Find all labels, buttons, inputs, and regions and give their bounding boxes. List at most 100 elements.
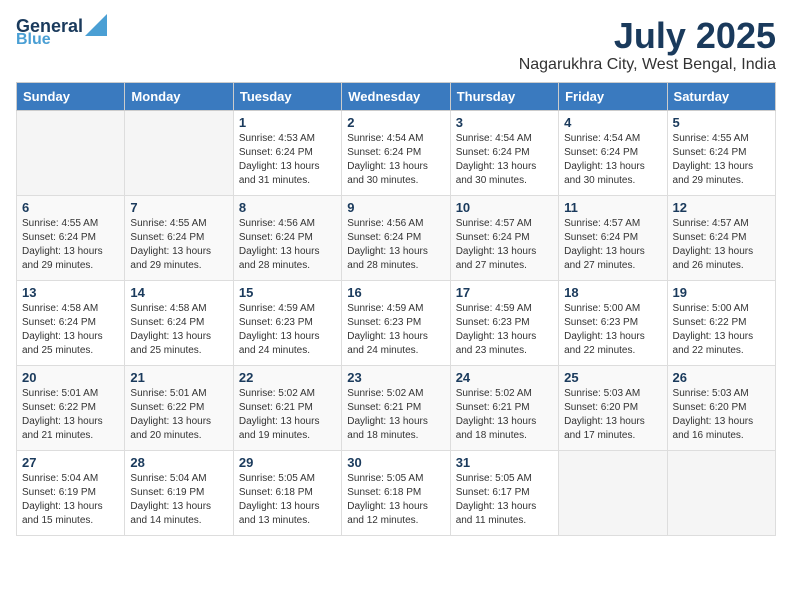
col-thursday: Thursday [450, 82, 558, 110]
calendar-week-5: 27 Sunrise: 5:04 AM Sunset: 6:19 PM Dayli… [17, 450, 776, 535]
day-number: 15 [239, 285, 336, 300]
calendar-table: Sunday Monday Tuesday Wednesday Thursday… [16, 82, 776, 536]
day-number: 18 [564, 285, 661, 300]
table-row: 21 Sunrise: 5:01 AM Sunset: 6:22 PM Dayli… [125, 365, 233, 450]
day-number: 13 [22, 285, 119, 300]
day-number: 27 [22, 455, 119, 470]
day-info: Sunrise: 4:54 AM Sunset: 6:24 PM Dayligh… [564, 132, 661, 188]
day-info: Sunrise: 5:00 AM Sunset: 6:22 PM Dayligh… [673, 302, 770, 358]
logo-blue-text: Blue [16, 32, 51, 48]
calendar-week-1: 1 Sunrise: 4:53 AM Sunset: 6:24 PM Daylig… [17, 110, 776, 195]
day-info: Sunrise: 5:04 AM Sunset: 6:19 PM Dayligh… [22, 472, 119, 528]
day-number: 1 [239, 115, 336, 130]
table-row: 13 Sunrise: 4:58 AM Sunset: 6:24 PM Dayli… [17, 280, 125, 365]
calendar-header-row: Sunday Monday Tuesday Wednesday Thursday… [17, 82, 776, 110]
table-row: 10Sunrise: 4:57 AM Sunset: 6:24 PM Dayli… [450, 195, 558, 280]
day-number: 2 [347, 115, 444, 130]
table-row: 1 Sunrise: 4:53 AM Sunset: 6:24 PM Daylig… [233, 110, 341, 195]
day-info: Sunrise: 4:54 AM Sunset: 6:24 PM Dayligh… [347, 132, 444, 188]
day-number: 31 [456, 455, 553, 470]
day-info: Sunrise: 4:57 AM Sunset: 6:24 PM Dayligh… [456, 217, 553, 273]
day-number: 28 [130, 455, 227, 470]
col-tuesday: Tuesday [233, 82, 341, 110]
day-number: 4 [564, 115, 661, 130]
table-row: 8Sunrise: 4:56 AM Sunset: 6:24 PM Daylig… [233, 195, 341, 280]
table-row: 18 Sunrise: 5:00 AM Sunset: 6:23 PM Dayli… [559, 280, 667, 365]
table-row: 31 Sunrise: 5:05 AM Sunset: 6:17 PM Dayli… [450, 450, 558, 535]
table-row: 19 Sunrise: 5:00 AM Sunset: 6:22 PM Dayli… [667, 280, 775, 365]
table-row: 30Sunrise: 5:05 AM Sunset: 6:18 PM Dayli… [342, 450, 450, 535]
day-info: Sunrise: 5:03 AM Sunset: 6:20 PM Dayligh… [673, 387, 770, 443]
table-row: 14 Sunrise: 4:58 AM Sunset: 6:24 PM Dayli… [125, 280, 233, 365]
table-row: 25 Sunrise: 5:03 AM Sunset: 6:20 PM Dayli… [559, 365, 667, 450]
table-row: 23 Sunrise: 5:02 AM Sunset: 6:21 PM Dayli… [342, 365, 450, 450]
table-row: 9 Sunrise: 4:56 AM Sunset: 6:24 PM Daylig… [342, 195, 450, 280]
day-number: 14 [130, 285, 227, 300]
day-number: 16 [347, 285, 444, 300]
table-row: 3 Sunrise: 4:54 AM Sunset: 6:24 PM Daylig… [450, 110, 558, 195]
calendar-week-4: 20 Sunrise: 5:01 AM Sunset: 6:22 PM Dayli… [17, 365, 776, 450]
day-info: Sunrise: 5:05 AM Sunset: 6:18 PM Dayligh… [347, 472, 444, 528]
table-row [125, 110, 233, 195]
day-number: 19 [673, 285, 770, 300]
day-info: Sunrise: 4:54 AM Sunset: 6:24 PM Dayligh… [456, 132, 553, 188]
day-info: Sunrise: 5:02 AM Sunset: 6:21 PM Dayligh… [347, 387, 444, 443]
col-sunday: Sunday [17, 82, 125, 110]
day-info: Sunrise: 4:56 AM Sunset: 6:24 PM Dayligh… [347, 217, 444, 273]
day-info: Sunrise: 4:55 AM Sunset: 6:24 PM Dayligh… [22, 217, 119, 273]
city-name: Nagarukhra City, West Bengal, India [519, 56, 776, 74]
col-monday: Monday [125, 82, 233, 110]
table-row: 16Sunrise: 4:59 AM Sunset: 6:23 PM Dayli… [342, 280, 450, 365]
table-row [559, 450, 667, 535]
day-info: Sunrise: 5:05 AM Sunset: 6:17 PM Dayligh… [456, 472, 553, 528]
day-info: Sunrise: 4:57 AM Sunset: 6:24 PM Dayligh… [564, 217, 661, 273]
day-info: Sunrise: 4:55 AM Sunset: 6:24 PM Dayligh… [673, 132, 770, 188]
day-info: Sunrise: 4:57 AM Sunset: 6:24 PM Dayligh… [673, 217, 770, 273]
table-row: 22 Sunrise: 5:02 AM Sunset: 6:21 PM Dayli… [233, 365, 341, 450]
day-number: 25 [564, 370, 661, 385]
day-number: 20 [22, 370, 119, 385]
col-saturday: Saturday [667, 82, 775, 110]
day-number: 5 [673, 115, 770, 130]
day-number: 11 [564, 200, 661, 215]
col-friday: Friday [559, 82, 667, 110]
day-info: Sunrise: 4:58 AM Sunset: 6:24 PM Dayligh… [22, 302, 119, 358]
table-row: 20 Sunrise: 5:01 AM Sunset: 6:22 PM Dayli… [17, 365, 125, 450]
table-row: 17 Sunrise: 4:59 AM Sunset: 6:23 PM Dayli… [450, 280, 558, 365]
table-row: 28Sunrise: 5:04 AM Sunset: 6:19 PM Dayli… [125, 450, 233, 535]
day-info: Sunrise: 4:59 AM Sunset: 6:23 PM Dayligh… [456, 302, 553, 358]
table-row: 2 Sunrise: 4:54 AM Sunset: 6:24 PM Daylig… [342, 110, 450, 195]
calendar-week-3: 13 Sunrise: 4:58 AM Sunset: 6:24 PM Dayli… [17, 280, 776, 365]
table-row: 5 Sunrise: 4:55 AM Sunset: 6:24 PM Daylig… [667, 110, 775, 195]
day-info: Sunrise: 5:01 AM Sunset: 6:22 PM Dayligh… [130, 387, 227, 443]
day-number: 22 [239, 370, 336, 385]
day-number: 29 [239, 455, 336, 470]
table-row [17, 110, 125, 195]
day-info: Sunrise: 4:55 AM Sunset: 6:24 PM Dayligh… [130, 217, 227, 273]
day-number: 6 [22, 200, 119, 215]
table-row: 29 Sunrise: 5:05 AM Sunset: 6:18 PM Dayli… [233, 450, 341, 535]
table-row: 12Sunrise: 4:57 AM Sunset: 6:24 PM Dayli… [667, 195, 775, 280]
day-info: Sunrise: 4:56 AM Sunset: 6:24 PM Dayligh… [239, 217, 336, 273]
day-number: 26 [673, 370, 770, 385]
day-info: Sunrise: 5:02 AM Sunset: 6:21 PM Dayligh… [239, 387, 336, 443]
day-info: Sunrise: 5:00 AM Sunset: 6:23 PM Dayligh… [564, 302, 661, 358]
month-year-title: July 2025 [519, 16, 776, 56]
table-row: 24Sunrise: 5:02 AM Sunset: 6:21 PM Dayli… [450, 365, 558, 450]
day-number: 9 [347, 200, 444, 215]
table-row: 7Sunrise: 4:55 AM Sunset: 6:24 PM Daylig… [125, 195, 233, 280]
day-info: Sunrise: 4:59 AM Sunset: 6:23 PM Dayligh… [239, 302, 336, 358]
table-row: 27 Sunrise: 5:04 AM Sunset: 6:19 PM Dayli… [17, 450, 125, 535]
day-info: Sunrise: 5:05 AM Sunset: 6:18 PM Dayligh… [239, 472, 336, 528]
day-number: 23 [347, 370, 444, 385]
day-info: Sunrise: 5:02 AM Sunset: 6:21 PM Dayligh… [456, 387, 553, 443]
day-info: Sunrise: 5:03 AM Sunset: 6:20 PM Dayligh… [564, 387, 661, 443]
day-info: Sunrise: 4:58 AM Sunset: 6:24 PM Dayligh… [130, 302, 227, 358]
title-block: July 2025 Nagarukhra City, West Bengal, … [519, 16, 776, 74]
day-number: 3 [456, 115, 553, 130]
day-number: 17 [456, 285, 553, 300]
day-info: Sunrise: 5:01 AM Sunset: 6:22 PM Dayligh… [22, 387, 119, 443]
table-row: 4 Sunrise: 4:54 AM Sunset: 6:24 PM Daylig… [559, 110, 667, 195]
day-info: Sunrise: 4:53 AM Sunset: 6:24 PM Dayligh… [239, 132, 336, 188]
day-number: 21 [130, 370, 227, 385]
